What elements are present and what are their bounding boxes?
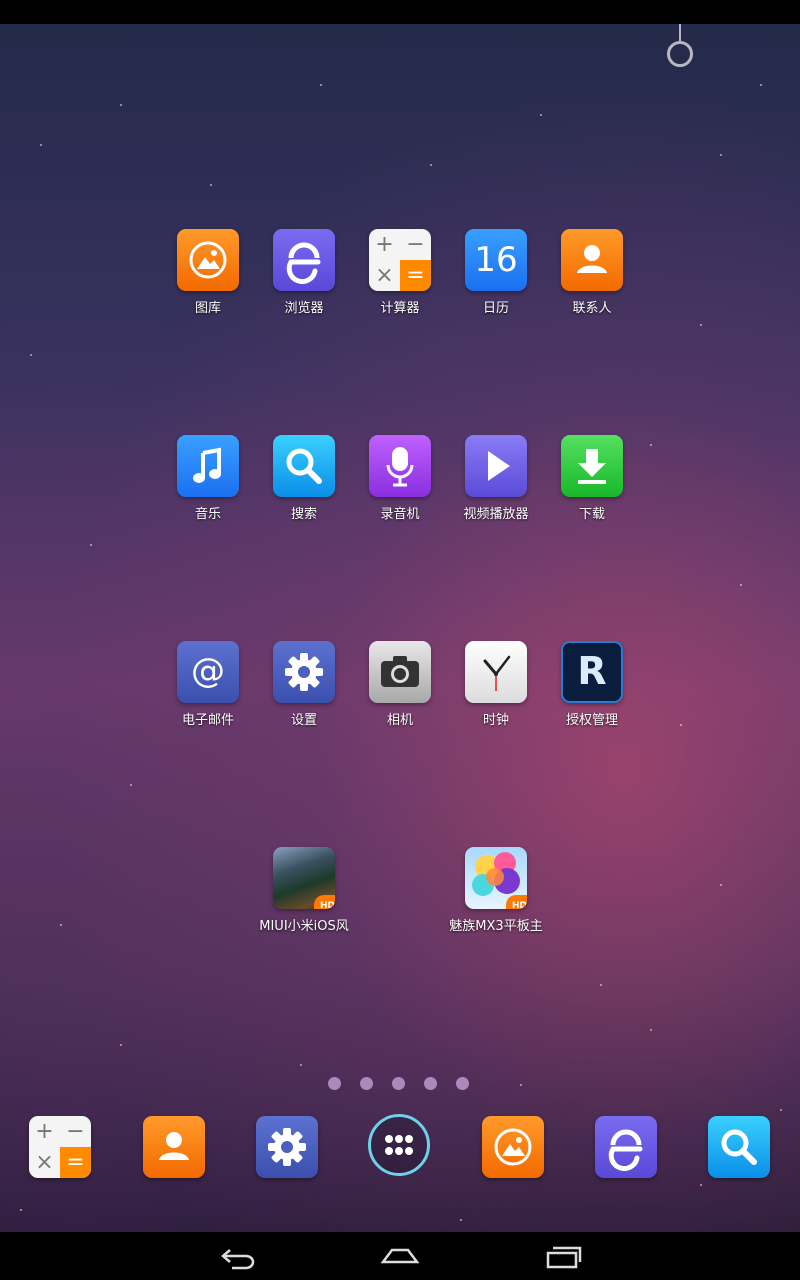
- calc-times: ×: [375, 263, 394, 288]
- search-icon: [708, 1116, 770, 1178]
- clock-icon: [465, 641, 527, 703]
- app-label: 搜索: [290, 507, 317, 522]
- app-label: 图库: [194, 301, 221, 316]
- app-label: MIUI小米iOS风: [259, 919, 349, 934]
- page-dot[interactable]: [392, 1077, 405, 1090]
- app-label: 计算器: [380, 301, 420, 316]
- app-label: 时钟: [482, 713, 509, 728]
- app-clock[interactable]: 时钟: [448, 641, 544, 728]
- home-icon[interactable]: [380, 1244, 420, 1270]
- calc-minus: −: [66, 1119, 85, 1144]
- app-calculator[interactable]: + − × = 计算器: [352, 229, 448, 316]
- app-label: 联系人: [572, 301, 612, 316]
- superuser-icon: R: [561, 641, 623, 703]
- calc-plus: +: [35, 1119, 54, 1144]
- calculator-icon: + − × =: [369, 229, 431, 291]
- dock-search[interactable]: [691, 1116, 787, 1178]
- app-meizu-theme[interactable]: HD 魅族MX3平板主: [448, 847, 544, 934]
- dock-calculator[interactable]: + − × =: [12, 1116, 108, 1178]
- download-icon: [561, 435, 623, 497]
- email-glyph: @: [191, 651, 225, 691]
- music-icon: [177, 435, 239, 497]
- calc-equals: =: [400, 260, 431, 291]
- dock-contacts[interactable]: [126, 1116, 222, 1178]
- app-video-player[interactable]: 视频播放器: [448, 435, 544, 522]
- page-dot[interactable]: [360, 1077, 373, 1090]
- page-indicator: [328, 1077, 478, 1091]
- gallery-icon: [482, 1116, 544, 1178]
- app-email[interactable]: @ 电子邮件: [160, 641, 256, 728]
- dock-gallery[interactable]: [465, 1116, 561, 1178]
- app-label: 魅族MX3平板主: [449, 919, 543, 934]
- app-browser[interactable]: 浏览器: [256, 229, 352, 316]
- miui-theme-icon: HD: [273, 847, 335, 909]
- app-settings[interactable]: 设置: [256, 641, 352, 728]
- recent-apps-icon[interactable]: [544, 1244, 584, 1270]
- superuser-glyph: R: [577, 649, 607, 693]
- page-dot[interactable]: [456, 1077, 469, 1090]
- calc-minus: −: [406, 232, 425, 257]
- gallery-icon: [177, 229, 239, 291]
- app-search[interactable]: 搜索: [256, 435, 352, 522]
- search-icon: [273, 435, 335, 497]
- video-player-icon: [465, 435, 527, 497]
- calc-equals: =: [60, 1147, 91, 1178]
- app-contacts[interactable]: 联系人: [544, 229, 640, 316]
- app-label: 录音机: [380, 507, 420, 522]
- app-superuser[interactable]: R 授权管理: [544, 641, 640, 728]
- app-label: 浏览器: [284, 301, 324, 316]
- hd-badge: HD: [505, 895, 527, 909]
- app-drawer-icon: [385, 1135, 413, 1155]
- app-label: 授权管理: [565, 713, 618, 728]
- app-label: 下载: [578, 507, 605, 522]
- app-recorder[interactable]: 录音机: [352, 435, 448, 522]
- browser-icon: [273, 229, 335, 291]
- page-dot[interactable]: [328, 1077, 341, 1090]
- app-label: 视频播放器: [463, 507, 529, 522]
- calc-times: ×: [35, 1150, 54, 1175]
- dock-settings[interactable]: [239, 1116, 335, 1178]
- app-gallery[interactable]: 图库: [160, 229, 256, 316]
- app-label: 电子邮件: [181, 713, 234, 728]
- contacts-icon: [143, 1116, 205, 1178]
- app-label: 音乐: [194, 507, 221, 522]
- hd-badge: HD: [313, 895, 335, 909]
- calendar-day: 16: [474, 240, 518, 280]
- app-label: 日历: [482, 301, 509, 316]
- wallpaper: [0, 24, 800, 1232]
- app-music[interactable]: 音乐: [160, 435, 256, 522]
- app-camera[interactable]: 相机: [352, 641, 448, 728]
- meizu-theme-icon: HD: [465, 847, 527, 909]
- status-bar: [0, 0, 800, 24]
- email-icon: @: [177, 641, 239, 703]
- dock-browser[interactable]: [578, 1116, 674, 1178]
- calculator-icon: + − × =: [29, 1116, 91, 1178]
- contacts-icon: [561, 229, 623, 291]
- settings-icon: [273, 641, 335, 703]
- settings-icon: [256, 1116, 318, 1178]
- recorder-icon: [369, 435, 431, 497]
- app-label: 相机: [386, 713, 413, 728]
- app-label: 设置: [290, 713, 317, 728]
- app-miui-theme[interactable]: HD MIUI小米iOS风: [256, 847, 352, 934]
- app-download[interactable]: 下载: [544, 435, 640, 522]
- app-drawer-button[interactable]: [368, 1114, 430, 1176]
- app-calendar[interactable]: 16 日历: [448, 229, 544, 316]
- calc-plus: +: [375, 232, 394, 257]
- ring-widget[interactable]: [667, 41, 693, 67]
- camera-icon: [369, 641, 431, 703]
- back-icon[interactable]: [218, 1244, 258, 1270]
- page-dot[interactable]: [424, 1077, 437, 1090]
- calendar-icon: 16: [465, 229, 527, 291]
- browser-icon: [595, 1116, 657, 1178]
